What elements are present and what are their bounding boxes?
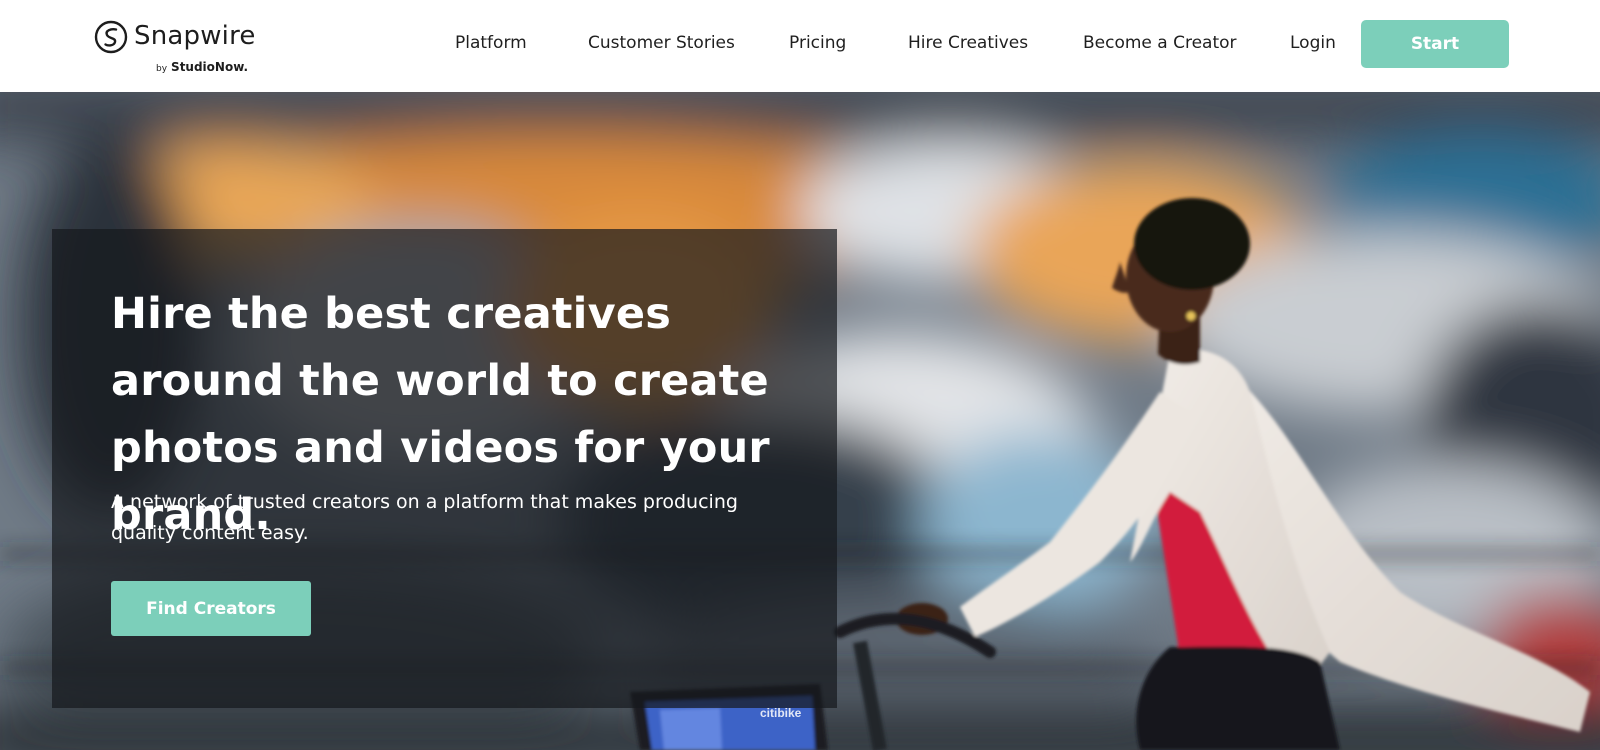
nav-link-become-creator[interactable]: Become a Creator [1083,33,1237,53]
nav-link-login[interactable]: Login [1290,33,1336,53]
byline-by: by [156,64,168,74]
brand-byline: by StudioNow. [156,56,248,75]
nav-link-platform[interactable]: Platform [455,33,527,53]
byline-brand: StudioNow. [171,60,249,74]
bike-brand-text: citibike [760,706,802,720]
site-header: Snapwire by StudioNow. Platform Customer … [0,0,1600,92]
start-button[interactable]: Start [1361,20,1509,68]
find-creators-button[interactable]: Find Creators [111,581,311,636]
nav-link-hire-creatives[interactable]: Hire Creatives [908,33,1028,53]
nav-link-pricing[interactable]: Pricing [789,33,846,53]
hero-section: citibike Hire the best creatives around … [0,92,1600,750]
hero-subheadline: A network of trusted creators on a platf… [111,491,738,544]
brand-name: Snapwire [134,21,256,51]
nav-link-customer-stories[interactable]: Customer Stories [588,33,735,53]
brand-logo[interactable]: Snapwire by StudioNow. [94,20,256,74]
hero-panel: Hire the best creatives around the world… [52,229,837,708]
snapwire-s-logo-icon [94,20,128,54]
